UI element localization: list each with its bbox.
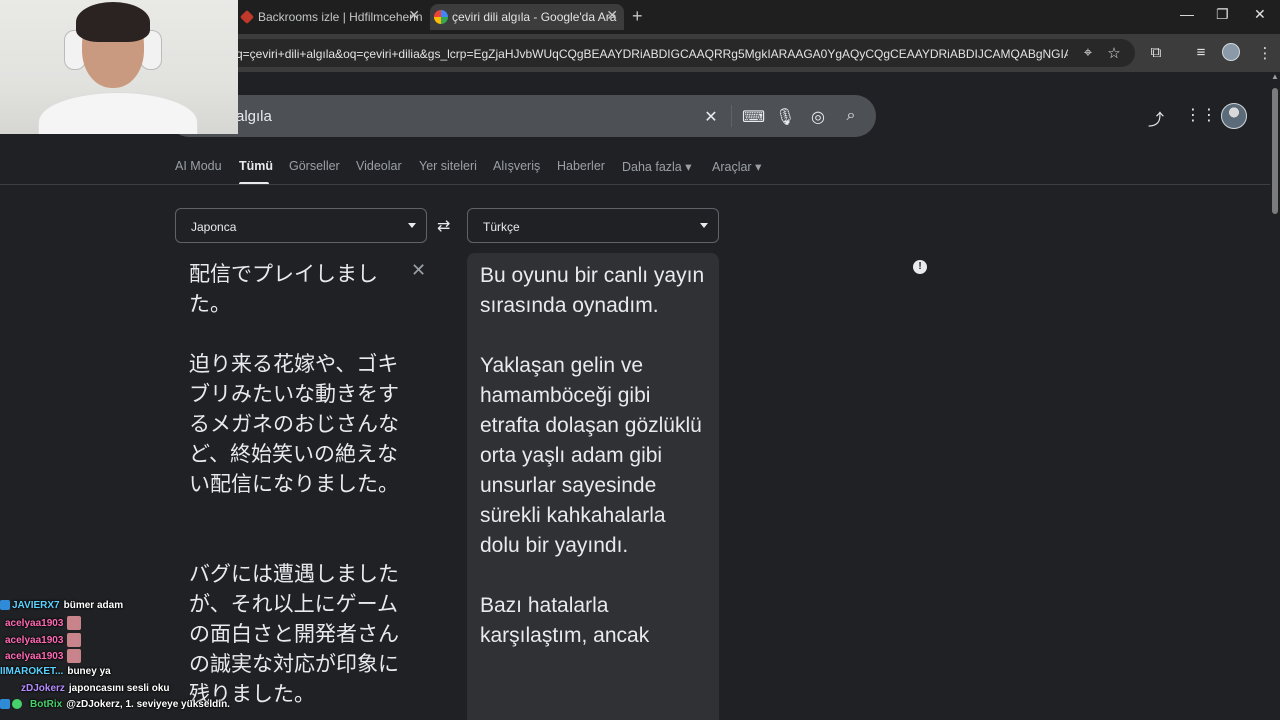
- tab-videos[interactable]: Videolar: [356, 159, 402, 173]
- chat-emote-icon: [67, 616, 82, 630]
- browser-menu-icon[interactable]: ⋮: [1256, 44, 1274, 62]
- page-scrollbar[interactable]: [1270, 72, 1280, 720]
- browser-profile-avatar[interactable]: [1222, 43, 1240, 61]
- translation-text: Bu oyunu bir canlı yayın sırasında oynad…: [480, 264, 705, 647]
- tab-ai-mode[interactable]: AI Modu: [175, 159, 222, 173]
- close-tab-icon[interactable]: ✕: [606, 7, 618, 24]
- new-tab-icon[interactable]: +: [632, 6, 643, 27]
- source-language-select[interactable]: Japonca: [175, 208, 427, 243]
- search-results-page: algıla ✕ ⌨ 🎙 ◎ ⌕ ⤴ ⋮⋮⋮ AI Modu Tümü Görs…: [0, 72, 1280, 720]
- target-language-select[interactable]: Türkçe: [467, 208, 719, 243]
- close-tab-icon[interactable]: ✕: [408, 7, 420, 24]
- tab-all[interactable]: Tümü: [239, 159, 273, 173]
- chat-username: zDJokerz: [21, 683, 65, 694]
- maximize-icon[interactable]: ❐: [1216, 6, 1229, 23]
- clear-source-icon[interactable]: ✕: [411, 260, 426, 281]
- chat-username: BotRix: [30, 699, 63, 710]
- search-query[interactable]: algıla: [236, 108, 272, 125]
- chat-username: IIMAROKET...: [0, 666, 64, 677]
- feedback-icon[interactable]: !: [913, 260, 927, 274]
- target-language-label: Türkçe: [483, 220, 520, 234]
- chat-text: japoncasını sesli oku: [68, 683, 170, 694]
- chevron-down-icon: [408, 223, 416, 228]
- minimize-icon[interactable]: —: [1180, 6, 1194, 22]
- extensions-icon[interactable]: ⧉: [1147, 44, 1165, 61]
- tab-tools[interactable]: Araçlar ▾: [712, 159, 761, 174]
- tab-more[interactable]: Daha fazla ▾: [622, 159, 692, 174]
- source-language-label: Japonca: [191, 220, 237, 234]
- chat-message: JAVIERX7 bümer adam: [0, 600, 123, 616]
- screen: Backrooms izle | Hdfilmcehenn ✕ çeviri d…: [0, 0, 1280, 720]
- tab-images[interactable]: Görseller: [289, 159, 340, 173]
- chat-message: acelyaa1903: [5, 633, 82, 649]
- site-favicon-icon: [239, 9, 255, 25]
- chat-message: acelyaa1903: [5, 616, 82, 632]
- tab-title: Backrooms izle | Hdfilmcehenn: [258, 10, 423, 24]
- source-text[interactable]: 配信でプレイしました。 迫り来る花嫁や、ゴキブリみたいな動きをするメガネのおじさ…: [189, 259, 401, 709]
- scroll-up-arrow-icon[interactable]: ▲: [1270, 72, 1280, 81]
- chat-username: acelyaa1903: [5, 650, 64, 662]
- header-divider: [0, 184, 1270, 185]
- url-text[interactable]: q=çeviri+dili+algıla&oq=çeviri+dilia&gs_…: [236, 47, 1068, 61]
- browser-tab-google-search[interactable]: çeviri dili algıla - Google'da Ara ✕: [430, 4, 624, 30]
- chat-badge-icon: [0, 600, 10, 611]
- lens-icon[interactable]: ◎: [808, 107, 828, 127]
- chat-text: @zDJokerz, 1. seviyeye yükseldin.: [66, 699, 230, 710]
- webcam-overlay: [0, 0, 238, 134]
- media-controls-icon[interactable]: ≡: [1192, 44, 1210, 61]
- chat-emote-icon: [67, 649, 82, 663]
- tab-tools-label: Araçlar: [712, 160, 752, 174]
- close-window-icon[interactable]: ✕: [1254, 6, 1266, 23]
- chat-text: bümer adam: [63, 600, 124, 611]
- streamer-shirt: [38, 92, 198, 134]
- tab-news[interactable]: Haberler: [557, 159, 605, 173]
- scrollbar-thumb[interactable]: [1272, 88, 1278, 214]
- location-icon[interactable]: ⌖: [1079, 44, 1097, 61]
- chat-username: acelyaa1903: [5, 634, 64, 646]
- chat-username: JAVIERX7: [12, 600, 60, 611]
- tab-places[interactable]: Yer siteleri: [419, 159, 477, 173]
- chat-text: buney ya: [67, 666, 111, 677]
- search-icon[interactable]: ⌕: [841, 107, 861, 125]
- tab-title: çeviri dili algıla - Google'da Ara: [452, 10, 617, 24]
- chevron-down-icon: [700, 223, 708, 228]
- google-favicon-icon: [434, 10, 448, 24]
- chat-message: IIMAROKET... buney ya: [0, 666, 111, 682]
- verified-badge-icon: [12, 699, 22, 710]
- browser-tab-backrooms[interactable]: Backrooms izle | Hdfilmcehenn ✕: [236, 4, 426, 30]
- streamer-hair: [76, 2, 150, 42]
- chat-badge-icon: [0, 699, 10, 710]
- share-icon[interactable]: ⤴: [1148, 106, 1164, 130]
- clear-icon[interactable]: ✕: [701, 107, 721, 127]
- chat-message: BotRix @zDJokerz, 1. seviyeye yükseldin.: [0, 699, 230, 715]
- mic-icon[interactable]: 🎙: [775, 107, 795, 127]
- keyboard-icon[interactable]: ⌨: [742, 107, 765, 127]
- search-divider: [731, 105, 732, 127]
- avatar[interactable]: [1221, 103, 1247, 129]
- search-input[interactable]: [168, 95, 876, 137]
- chat-emote-icon: [67, 633, 82, 647]
- chat-username: acelyaa1903: [5, 617, 64, 629]
- chat-message: zDJokerz japoncasını sesli oku: [21, 683, 170, 699]
- bookmark-star-icon[interactable]: ☆: [1105, 44, 1123, 62]
- chat-message: acelyaa1903: [5, 649, 82, 665]
- swap-languages-icon[interactable]: ⇄: [437, 216, 450, 236]
- tab-shopping[interactable]: Alışveriş: [493, 159, 540, 173]
- tab-more-label: Daha fazla: [622, 160, 682, 174]
